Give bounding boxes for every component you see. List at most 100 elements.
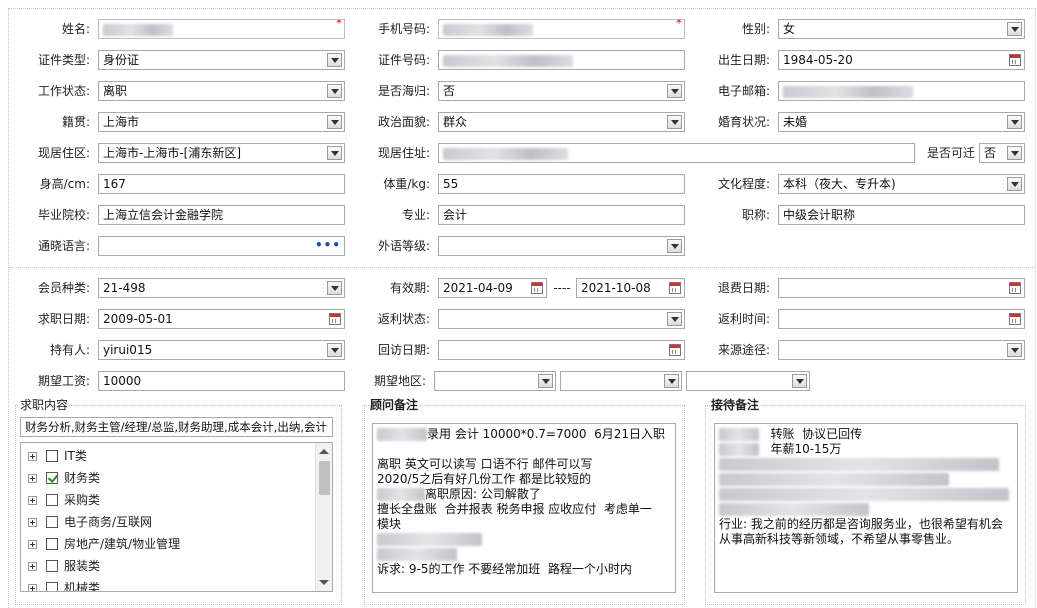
calendar-icon[interactable]: [329, 313, 341, 325]
expected-salary-field[interactable]: 10000: [98, 371, 345, 391]
rebate-time-field[interactable]: [778, 309, 1025, 329]
tree-scrollbar[interactable]: [315, 443, 332, 591]
marital-status-select[interactable]: 未婚: [778, 112, 1025, 132]
work-status-select[interactable]: 离职: [98, 81, 345, 101]
gender-value: 女: [783, 22, 796, 36]
tree-item-real-estate[interactable]: 房地产/建筑/物业管理: [21, 534, 180, 554]
expected-salary-value: 10000: [103, 374, 142, 388]
school-field[interactable]: 上海立信会计金融学院: [98, 205, 345, 225]
chevron-down-icon[interactable]: [327, 146, 342, 160]
work-status-value: 离职: [103, 84, 128, 98]
tree-item-purchasing[interactable]: 采购类: [21, 490, 100, 510]
gender-select[interactable]: 女: [778, 19, 1025, 39]
consultant-notes-textarea[interactable]: 录用 会计 10000*0.7=7000 6月21日入职 离职 英文可以读写 口…: [372, 423, 676, 593]
email-field[interactable]: [778, 81, 1025, 101]
chevron-down-icon[interactable]: [667, 115, 682, 129]
refund-date-label: 退费日期:: [717, 281, 770, 295]
chevron-down-icon[interactable]: [667, 239, 682, 253]
chevron-down-icon[interactable]: [792, 374, 807, 388]
chevron-down-icon[interactable]: [538, 374, 553, 388]
job-category-tree[interactable]: IT类 财务类 采购类 电子商务/互联网 房地产/建筑/物业管理 服装类 机械类: [20, 442, 333, 592]
expected-region-district-select[interactable]: [686, 371, 810, 391]
native-place-select[interactable]: 上海市: [98, 112, 345, 132]
revisit-date-field[interactable]: [438, 340, 685, 360]
title-field[interactable]: 中级会计职称: [778, 205, 1025, 225]
plus-box-icon[interactable]: [28, 583, 37, 591]
phone-label: 手机号码:: [377, 22, 430, 36]
checkbox-icon[interactable]: [46, 494, 58, 506]
calendar-icon[interactable]: [531, 282, 543, 294]
expected-region-province-select[interactable]: [434, 371, 556, 391]
plus-box-icon[interactable]: [28, 451, 37, 461]
scroll-thumb[interactable]: [319, 461, 330, 495]
tree-item-it[interactable]: IT类: [21, 446, 87, 466]
chevron-down-icon[interactable]: [1007, 146, 1022, 160]
chevron-down-icon[interactable]: [1007, 343, 1022, 357]
political-status-label: 政治面貌:: [377, 115, 430, 129]
rebate-status-select[interactable]: [438, 309, 685, 329]
calendar-icon[interactable]: [669, 344, 681, 356]
birth-date-field[interactable]: 1984-05-20: [778, 50, 1025, 70]
source-select[interactable]: [778, 340, 1025, 360]
name-field[interactable]: *: [98, 19, 345, 39]
checkbox-icon[interactable]: [46, 560, 58, 572]
plus-box-icon[interactable]: [28, 517, 37, 527]
chevron-down-icon[interactable]: [327, 343, 342, 357]
tree-item-finance[interactable]: 财务类: [21, 468, 100, 488]
calendar-icon[interactable]: [1009, 54, 1021, 66]
phone-field[interactable]: *: [438, 19, 685, 39]
chevron-down-icon[interactable]: [327, 53, 342, 67]
chevron-down-icon[interactable]: [1007, 177, 1022, 191]
major-field[interactable]: 会计: [438, 205, 685, 225]
job-content-summary[interactable]: 财务分析,财务主管/经理/总监,财务助理,成本会计,出纳,会计: [20, 417, 333, 437]
tree-item-machinery[interactable]: 机械类: [21, 578, 100, 591]
chevron-down-icon[interactable]: [1007, 22, 1022, 36]
checkbox-icon[interactable]: [46, 582, 58, 591]
checkbox-icon[interactable]: [46, 516, 58, 528]
scroll-down-icon[interactable]: [319, 580, 329, 585]
valid-end-field[interactable]: 2021-10-08: [576, 278, 685, 298]
chevron-down-icon[interactable]: [1007, 115, 1022, 129]
residence-address-field[interactable]: [438, 143, 915, 163]
chevron-down-icon[interactable]: [664, 374, 679, 388]
overseas-return-label: 是否海归:: [377, 84, 430, 98]
valid-start-field[interactable]: 2021-04-09: [438, 278, 547, 298]
calendar-icon[interactable]: [1009, 282, 1021, 294]
chevron-down-icon[interactable]: [327, 281, 342, 295]
education-select[interactable]: 本科（夜大、专升本): [778, 174, 1025, 194]
chevron-down-icon[interactable]: [667, 312, 682, 326]
chevron-down-icon[interactable]: [327, 84, 342, 98]
refund-date-field[interactable]: [778, 278, 1025, 298]
plus-box-icon[interactable]: [28, 539, 37, 549]
relocatable-select[interactable]: 否: [979, 143, 1025, 163]
political-status-select[interactable]: 群众: [438, 112, 685, 132]
holder-select[interactable]: yirui015: [98, 340, 345, 360]
plus-box-icon[interactable]: [28, 495, 37, 505]
foreign-level-select[interactable]: [438, 236, 685, 256]
id-number-field[interactable]: [438, 50, 685, 70]
weight-field[interactable]: 55: [438, 174, 685, 194]
tree-item-apparel[interactable]: 服装类: [21, 556, 100, 576]
plus-box-icon[interactable]: [28, 561, 37, 571]
checkbox-icon[interactable]: [46, 538, 58, 550]
height-field[interactable]: 167: [98, 174, 345, 194]
plus-box-icon[interactable]: [28, 473, 37, 483]
residence-area-select[interactable]: 上海市-上海市-[浦东新区]: [98, 143, 345, 163]
chevron-down-icon[interactable]: [667, 84, 682, 98]
member-type-select[interactable]: 21-498: [98, 278, 345, 298]
tree-item-ecommerce[interactable]: 电子商务/互联网: [21, 512, 152, 532]
calendar-icon[interactable]: [1009, 313, 1021, 325]
checkbox-icon[interactable]: [46, 450, 58, 462]
scroll-up-icon[interactable]: [319, 449, 329, 454]
expected-region-city-select[interactable]: [560, 371, 682, 391]
job-seek-date-field[interactable]: 2009-05-01: [98, 309, 345, 329]
calendar-icon[interactable]: [669, 282, 681, 294]
more-dots-icon[interactable]: •••: [315, 237, 341, 253]
checkbox-checked-icon[interactable]: [46, 472, 58, 484]
overseas-return-select[interactable]: 否: [438, 81, 685, 101]
id-type-select[interactable]: 身份证: [98, 50, 345, 70]
reception-notes-textarea[interactable]: 转账 协议已回传 年薪10-15万 行业: 我之前的经历都是咨询服务业，也很希望…: [714, 423, 1018, 593]
languages-field[interactable]: •••: [98, 236, 345, 256]
id-type-label: 证件类型:: [37, 53, 90, 67]
chevron-down-icon[interactable]: [327, 115, 342, 129]
